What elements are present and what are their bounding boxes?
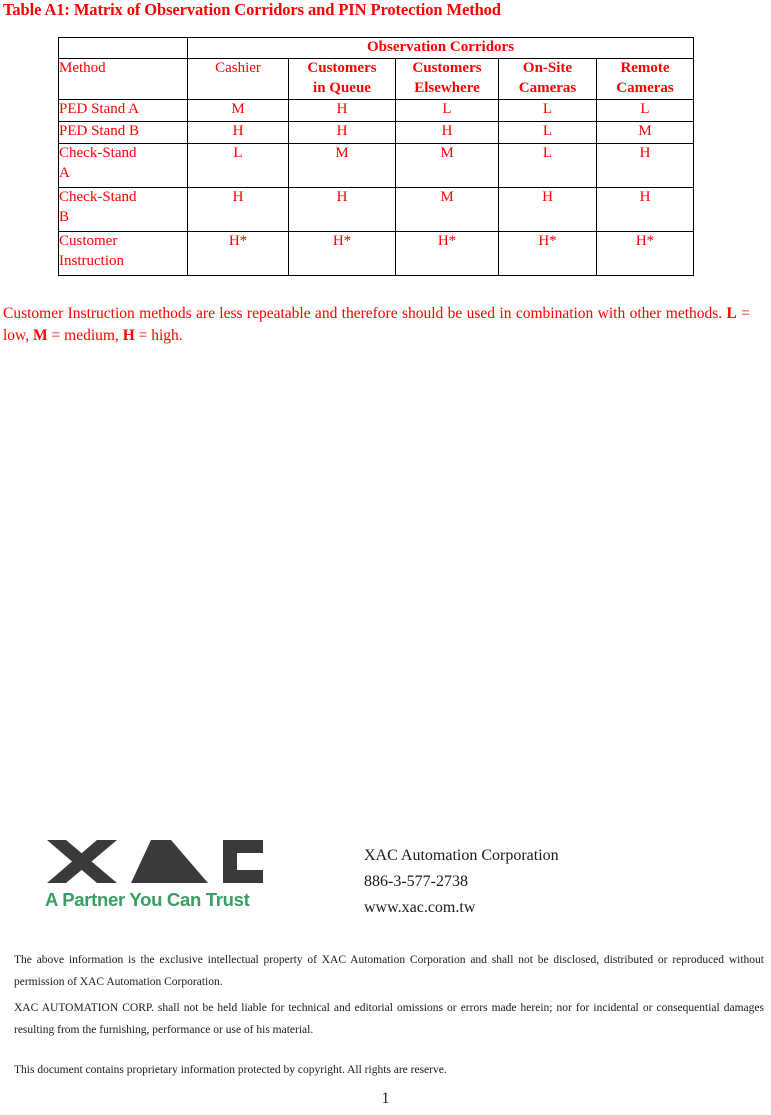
cell-ped-stand-b-cashier: H xyxy=(187,120,289,144)
cell-ped-stand-a-queue: H xyxy=(288,98,396,122)
cell-customer-instruction-onsite: H* xyxy=(498,230,597,276)
column-header-on-site-cameras: On-Site Cameras xyxy=(498,57,597,100)
cell-ped-stand-b-remote: M xyxy=(595,120,695,144)
column-header-method: Method xyxy=(58,57,188,100)
cell-check-stand-a-cashier: L xyxy=(187,142,289,188)
row-label-cust-instr-line1: Customer xyxy=(59,232,118,249)
column-header-remote-cameras: Remote Cameras xyxy=(595,57,695,100)
column-header-queue-line1: Customers xyxy=(307,59,377,76)
table-row: PED Stand A M H L L L xyxy=(58,98,695,122)
row-label-check-b-line2: B xyxy=(59,208,70,225)
company-phone: 886-3-577-2738 xyxy=(364,872,468,890)
company-contact-info: XAC Automation Corporation 886-3-577-273… xyxy=(364,843,559,921)
legend-medium-key: M xyxy=(33,327,48,344)
observation-matrix-table: Observation Corridors Method Cashier Cus… xyxy=(58,37,695,276)
row-label-ped-stand-b: PED Stand B xyxy=(58,120,188,144)
column-header-queue-line2: in Queue xyxy=(313,79,371,96)
table-corner-cell xyxy=(58,37,188,59)
column-header-elsewhere-line2: Elsewhere xyxy=(414,79,480,96)
cell-check-stand-a-queue: M xyxy=(288,142,396,188)
column-header-remote-line2: Cameras xyxy=(616,79,674,96)
table-column-header-row: Method Cashier Customers in Queue Custom… xyxy=(58,57,695,100)
cell-ped-stand-a-cashier: M xyxy=(187,98,289,122)
cell-check-stand-b-remote: H xyxy=(595,186,695,232)
table-group-header-row: Observation Corridors xyxy=(58,37,695,59)
row-label-cust-instr-line2: Instruction xyxy=(59,252,124,269)
legal-paragraph-property: The above information is the exclusive i… xyxy=(14,954,764,989)
row-label-ped-stand-a: PED Stand A xyxy=(58,98,188,122)
cell-customer-instruction-elsewhere: H* xyxy=(395,230,499,276)
row-label-check-b-line1: Check-Stand xyxy=(59,188,137,205)
cell-check-stand-a-elsewhere: M xyxy=(395,142,499,188)
cell-check-stand-a-remote: H xyxy=(595,142,695,188)
legend-high-definition: = high. xyxy=(134,327,183,344)
cell-ped-stand-b-queue: H xyxy=(288,120,396,144)
row-label-check-stand-a: Check-Stand A xyxy=(58,142,188,188)
xac-tagline-text: A Partner You Can Trust xyxy=(45,889,250,910)
company-name: XAC Automation Corporation xyxy=(364,847,559,864)
column-header-remote-line1: Remote xyxy=(620,59,670,76)
column-header-onsite-line1: On-Site xyxy=(522,59,573,76)
table-row: Check-Stand B H H M H H xyxy=(58,186,695,232)
column-header-cashier: Cashier xyxy=(187,57,289,100)
column-header-elsewhere-line1: Customers xyxy=(412,59,482,76)
cell-ped-stand-a-remote: L xyxy=(595,98,695,122)
legend-medium-definition: = medium, xyxy=(47,327,123,344)
cell-check-stand-b-onsite: H xyxy=(498,186,597,232)
cell-customer-instruction-queue: H* xyxy=(288,230,396,276)
table-row: Customer Instruction H* H* H* H* H* xyxy=(58,230,695,276)
table-row: Check-Stand A L M M L H xyxy=(58,142,695,188)
table-group-header-observation-corridors: Observation Corridors xyxy=(186,37,695,59)
cell-ped-stand-a-onsite: L xyxy=(498,98,597,122)
cell-customer-instruction-cashier: H* xyxy=(187,230,289,276)
page-number: 1 xyxy=(381,1090,390,1107)
svg-text:A Partner You Can Trust: A Partner You Can Trust xyxy=(45,889,250,910)
page-title: Table A1: Matrix of Observation Corridor… xyxy=(3,0,501,19)
cell-check-stand-b-cashier: H xyxy=(187,186,289,232)
row-label-check-a-line2: A xyxy=(59,164,70,181)
xac-wordmark-icon xyxy=(47,840,263,883)
cell-ped-stand-b-elsewhere: H xyxy=(395,120,499,144)
row-label-check-a-line1: Check-Stand xyxy=(59,144,137,161)
observation-matrix-table-wrapper: Observation Corridors Method Cashier Cus… xyxy=(58,37,695,276)
note-text: Customer Instruction methods are less re… xyxy=(3,305,727,322)
cell-customer-instruction-remote: H* xyxy=(595,230,695,276)
company-website[interactable]: www.xac.com.tw xyxy=(364,895,559,921)
row-label-customer-instruction: Customer Instruction xyxy=(58,230,188,276)
column-header-customers-in-queue: Customers in Queue xyxy=(288,57,396,100)
cell-ped-stand-a-elsewhere: L xyxy=(395,98,499,122)
legend-low-key: L xyxy=(726,305,737,322)
cell-check-stand-b-queue: H xyxy=(288,186,396,232)
xac-logo: A Partner You Can Trust xyxy=(45,836,270,916)
column-header-onsite-line2: Cameras xyxy=(518,79,577,96)
table-row: PED Stand B H H H L M xyxy=(58,120,695,144)
cell-ped-stand-b-onsite: L xyxy=(498,120,597,144)
legend-high-key: H xyxy=(122,327,135,344)
cell-check-stand-a-onsite: L xyxy=(498,142,597,188)
column-header-customers-elsewhere: Customers Elsewhere xyxy=(395,57,499,100)
legal-paragraph-copyright: This document contains proprietary infor… xyxy=(14,1064,447,1076)
cell-check-stand-b-elsewhere: M xyxy=(395,186,499,232)
row-label-check-stand-b: Check-Stand B xyxy=(58,186,188,232)
legal-paragraph-liability: XAC AUTOMATION CORP. shall not be held l… xyxy=(14,1002,764,1037)
table-note-paragraph: Customer Instruction methods are less re… xyxy=(3,303,750,347)
